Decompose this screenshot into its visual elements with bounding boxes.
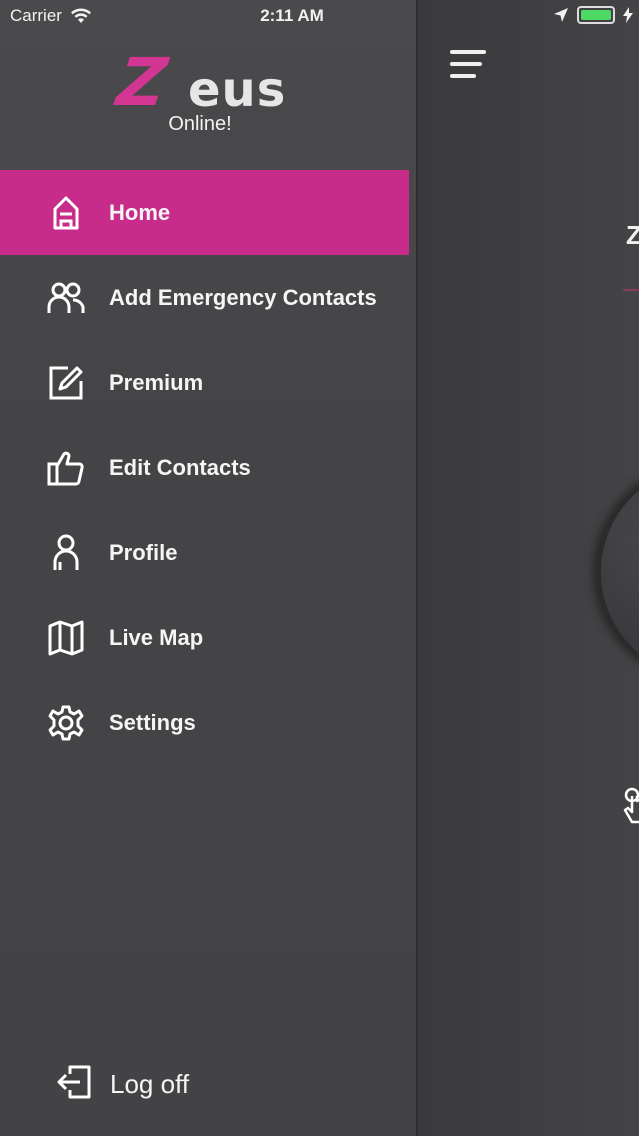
logo-letter: Z [112, 44, 172, 121]
battery-icon [577, 6, 615, 24]
thumbs-up-icon [44, 446, 88, 490]
menu-label-premium: Premium [109, 369, 204, 395]
status-time: 2:11 AM [260, 6, 324, 25]
menu-item-premium[interactable]: Premium [0, 340, 409, 425]
logoff-button[interactable]: Log off [56, 1062, 189, 1106]
people-icon [44, 276, 88, 320]
online-status: Online! [168, 113, 232, 135]
menu-item-edit-contacts[interactable]: Edit Contacts [0, 425, 409, 510]
status-right [553, 6, 633, 24]
home-icon [44, 191, 88, 235]
logoff-label: Log off [110, 1068, 190, 1099]
location-arrow-icon [554, 8, 568, 22]
map-icon [44, 616, 88, 660]
menu-item-live-map[interactable]: Live Map [0, 595, 409, 680]
charging-bolt-icon [623, 7, 633, 23]
panic-button[interactable] [598, 462, 639, 682]
menu-label-edit-contacts: Edit Contacts [109, 454, 251, 480]
menu-label-home: Home [109, 199, 171, 225]
person-icon [44, 531, 88, 575]
side-drawer: Z eus Online! Home Add Emergency Contact… [0, 0, 416, 1136]
gear-icon [44, 701, 88, 745]
menu-item-profile[interactable]: Profile [0, 510, 409, 595]
menu-item-add-emergency-contacts[interactable]: Add Emergency Contacts [0, 255, 409, 340]
menu-label-profile: Profile [109, 539, 178, 565]
logo-text: eus [188, 62, 287, 118]
menu-item-settings[interactable]: Settings [0, 680, 409, 765]
menu-label-add-emergency-contacts: Add Emergency Contacts [109, 284, 377, 310]
menu-label-live-map: Live Map [109, 624, 204, 650]
app-logo: Z eus [110, 44, 300, 121]
logout-icon [56, 1064, 92, 1105]
edit-icon [44, 361, 88, 405]
main-title-peek: Z [626, 220, 639, 251]
tap-hand-icon [623, 787, 639, 824]
hamburger-menu-icon[interactable] [450, 50, 486, 80]
menu-label-settings: Settings [109, 709, 196, 735]
main-content-panel[interactable]: Z [416, 0, 639, 1136]
status-bar: Carrier 2:11 AM [0, 0, 639, 34]
drawer-menu: Home Add Emergency Contacts Premium Edit… [0, 170, 409, 765]
menu-item-home[interactable]: Home [0, 170, 409, 255]
main-divider [623, 289, 639, 291]
